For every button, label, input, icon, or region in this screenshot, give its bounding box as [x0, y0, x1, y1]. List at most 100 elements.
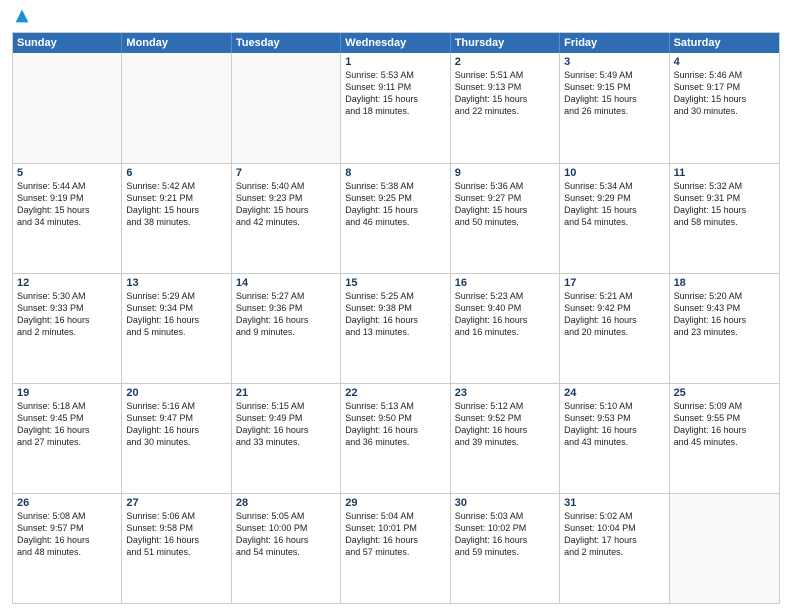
calendar-cell: 29Sunrise: 5:04 AM Sunset: 10:01 PM Dayl…: [341, 494, 450, 603]
day-number: 30: [455, 497, 555, 509]
calendar-cell: 22Sunrise: 5:13 AM Sunset: 9:50 PM Dayli…: [341, 384, 450, 493]
day-number: 20: [126, 387, 226, 399]
cell-info: Sunrise: 5:08 AM Sunset: 9:57 PM Dayligh…: [17, 510, 117, 559]
calendar-body: 1Sunrise: 5:53 AM Sunset: 9:11 PM Daylig…: [13, 53, 779, 603]
day-number: 24: [564, 387, 664, 399]
page-header: [12, 10, 780, 26]
day-number: 1: [345, 56, 445, 68]
calendar-cell: 23Sunrise: 5:12 AM Sunset: 9:52 PM Dayli…: [451, 384, 560, 493]
calendar-cell: 2Sunrise: 5:51 AM Sunset: 9:13 PM Daylig…: [451, 53, 560, 163]
calendar-header-cell: Monday: [122, 33, 231, 53]
cell-info: Sunrise: 5:51 AM Sunset: 9:13 PM Dayligh…: [455, 69, 555, 118]
day-number: 25: [674, 387, 775, 399]
calendar-header: SundayMondayTuesdayWednesdayThursdayFrid…: [13, 33, 779, 53]
calendar-cell: [13, 53, 122, 163]
cell-info: Sunrise: 5:44 AM Sunset: 9:19 PM Dayligh…: [17, 180, 117, 229]
day-number: 22: [345, 387, 445, 399]
day-number: 11: [674, 167, 775, 179]
day-number: 10: [564, 167, 664, 179]
cell-info: Sunrise: 5:06 AM Sunset: 9:58 PM Dayligh…: [126, 510, 226, 559]
cell-info: Sunrise: 5:02 AM Sunset: 10:04 PM Daylig…: [564, 510, 664, 559]
cell-info: Sunrise: 5:38 AM Sunset: 9:25 PM Dayligh…: [345, 180, 445, 229]
cell-info: Sunrise: 5:53 AM Sunset: 9:11 PM Dayligh…: [345, 69, 445, 118]
calendar-cell: 18Sunrise: 5:20 AM Sunset: 9:43 PM Dayli…: [670, 274, 779, 383]
day-number: 23: [455, 387, 555, 399]
calendar-cell: 12Sunrise: 5:30 AM Sunset: 9:33 PM Dayli…: [13, 274, 122, 383]
day-number: 27: [126, 497, 226, 509]
cell-info: Sunrise: 5:46 AM Sunset: 9:17 PM Dayligh…: [674, 69, 775, 118]
calendar-cell: [670, 494, 779, 603]
cell-info: Sunrise: 5:04 AM Sunset: 10:01 PM Daylig…: [345, 510, 445, 559]
calendar-row: 12Sunrise: 5:30 AM Sunset: 9:33 PM Dayli…: [13, 273, 779, 383]
logo-text: [12, 10, 30, 26]
cell-info: Sunrise: 5:32 AM Sunset: 9:31 PM Dayligh…: [674, 180, 775, 229]
calendar-cell: 13Sunrise: 5:29 AM Sunset: 9:34 PM Dayli…: [122, 274, 231, 383]
day-number: 2: [455, 56, 555, 68]
cell-info: Sunrise: 5:29 AM Sunset: 9:34 PM Dayligh…: [126, 290, 226, 339]
cell-info: Sunrise: 5:30 AM Sunset: 9:33 PM Dayligh…: [17, 290, 117, 339]
calendar: SundayMondayTuesdayWednesdayThursdayFrid…: [12, 32, 780, 604]
calendar-cell: 10Sunrise: 5:34 AM Sunset: 9:29 PM Dayli…: [560, 164, 669, 273]
calendar-header-cell: Friday: [560, 33, 669, 53]
calendar-cell: 24Sunrise: 5:10 AM Sunset: 9:53 PM Dayli…: [560, 384, 669, 493]
day-number: 16: [455, 277, 555, 289]
calendar-cell: 27Sunrise: 5:06 AM Sunset: 9:58 PM Dayli…: [122, 494, 231, 603]
calendar-cell: 6Sunrise: 5:42 AM Sunset: 9:21 PM Daylig…: [122, 164, 231, 273]
cell-info: Sunrise: 5:12 AM Sunset: 9:52 PM Dayligh…: [455, 400, 555, 449]
calendar-cell: 20Sunrise: 5:16 AM Sunset: 9:47 PM Dayli…: [122, 384, 231, 493]
cell-info: Sunrise: 5:21 AM Sunset: 9:42 PM Dayligh…: [564, 290, 664, 339]
calendar-cell: 7Sunrise: 5:40 AM Sunset: 9:23 PM Daylig…: [232, 164, 341, 273]
day-number: 9: [455, 167, 555, 179]
calendar-row: 5Sunrise: 5:44 AM Sunset: 9:19 PM Daylig…: [13, 163, 779, 273]
cell-info: Sunrise: 5:40 AM Sunset: 9:23 PM Dayligh…: [236, 180, 336, 229]
page-container: SundayMondayTuesdayWednesdayThursdayFrid…: [0, 0, 792, 612]
day-number: 14: [236, 277, 336, 289]
day-number: 5: [17, 167, 117, 179]
cell-info: Sunrise: 5:42 AM Sunset: 9:21 PM Dayligh…: [126, 180, 226, 229]
calendar-cell: 1Sunrise: 5:53 AM Sunset: 9:11 PM Daylig…: [341, 53, 450, 163]
day-number: 18: [674, 277, 775, 289]
cell-info: Sunrise: 5:20 AM Sunset: 9:43 PM Dayligh…: [674, 290, 775, 339]
calendar-cell: 16Sunrise: 5:23 AM Sunset: 9:40 PM Dayli…: [451, 274, 560, 383]
calendar-header-cell: Thursday: [451, 33, 560, 53]
calendar-cell: 17Sunrise: 5:21 AM Sunset: 9:42 PM Dayli…: [560, 274, 669, 383]
cell-info: Sunrise: 5:25 AM Sunset: 9:38 PM Dayligh…: [345, 290, 445, 339]
day-number: 28: [236, 497, 336, 509]
day-number: 8: [345, 167, 445, 179]
calendar-cell: [232, 53, 341, 163]
cell-info: Sunrise: 5:36 AM Sunset: 9:27 PM Dayligh…: [455, 180, 555, 229]
calendar-row: 26Sunrise: 5:08 AM Sunset: 9:57 PM Dayli…: [13, 493, 779, 603]
calendar-header-cell: Wednesday: [341, 33, 450, 53]
calendar-cell: 3Sunrise: 5:49 AM Sunset: 9:15 PM Daylig…: [560, 53, 669, 163]
cell-info: Sunrise: 5:27 AM Sunset: 9:36 PM Dayligh…: [236, 290, 336, 339]
day-number: 29: [345, 497, 445, 509]
day-number: 12: [17, 277, 117, 289]
day-number: 19: [17, 387, 117, 399]
calendar-cell: 14Sunrise: 5:27 AM Sunset: 9:36 PM Dayli…: [232, 274, 341, 383]
day-number: 26: [17, 497, 117, 509]
day-number: 17: [564, 277, 664, 289]
calendar-cell: 28Sunrise: 5:05 AM Sunset: 10:00 PM Dayl…: [232, 494, 341, 603]
calendar-cell: 9Sunrise: 5:36 AM Sunset: 9:27 PM Daylig…: [451, 164, 560, 273]
calendar-row: 1Sunrise: 5:53 AM Sunset: 9:11 PM Daylig…: [13, 53, 779, 163]
calendar-cell: 31Sunrise: 5:02 AM Sunset: 10:04 PM Dayl…: [560, 494, 669, 603]
cell-info: Sunrise: 5:09 AM Sunset: 9:55 PM Dayligh…: [674, 400, 775, 449]
cell-info: Sunrise: 5:03 AM Sunset: 10:02 PM Daylig…: [455, 510, 555, 559]
cell-info: Sunrise: 5:49 AM Sunset: 9:15 PM Dayligh…: [564, 69, 664, 118]
calendar-cell: 5Sunrise: 5:44 AM Sunset: 9:19 PM Daylig…: [13, 164, 122, 273]
day-number: 6: [126, 167, 226, 179]
day-number: 21: [236, 387, 336, 399]
calendar-header-cell: Tuesday: [232, 33, 341, 53]
day-number: 4: [674, 56, 775, 68]
cell-info: Sunrise: 5:10 AM Sunset: 9:53 PM Dayligh…: [564, 400, 664, 449]
cell-info: Sunrise: 5:34 AM Sunset: 9:29 PM Dayligh…: [564, 180, 664, 229]
day-number: 15: [345, 277, 445, 289]
cell-info: Sunrise: 5:16 AM Sunset: 9:47 PM Dayligh…: [126, 400, 226, 449]
calendar-cell: 26Sunrise: 5:08 AM Sunset: 9:57 PM Dayli…: [13, 494, 122, 603]
calendar-cell: 19Sunrise: 5:18 AM Sunset: 9:45 PM Dayli…: [13, 384, 122, 493]
calendar-cell: 30Sunrise: 5:03 AM Sunset: 10:02 PM Dayl…: [451, 494, 560, 603]
logo: [12, 10, 30, 26]
logo-icon: [14, 8, 30, 24]
calendar-cell: 11Sunrise: 5:32 AM Sunset: 9:31 PM Dayli…: [670, 164, 779, 273]
cell-info: Sunrise: 5:15 AM Sunset: 9:49 PM Dayligh…: [236, 400, 336, 449]
